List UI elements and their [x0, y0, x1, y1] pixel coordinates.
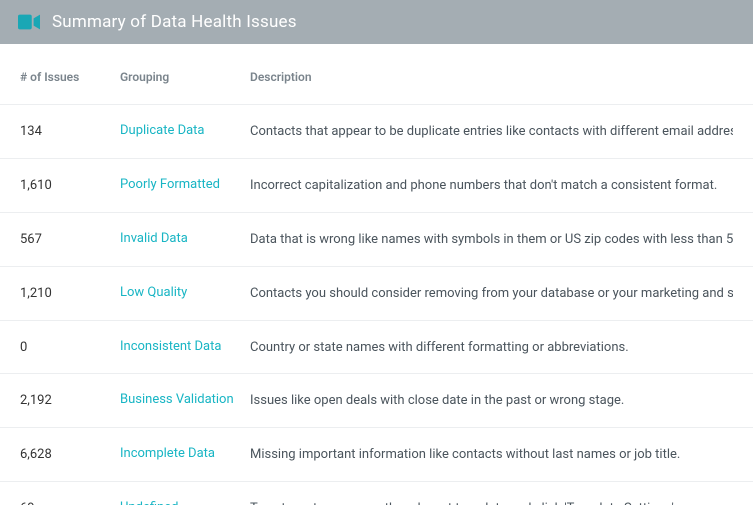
issue-count: 2,192 — [20, 393, 120, 408]
grouping-link[interactable]: Inconsistent Data — [120, 339, 250, 356]
issue-description: Contacts that appear to be duplicate ent… — [250, 124, 733, 139]
column-header-count: # of Issues — [20, 70, 120, 84]
table-row: 1,610Poorly FormattedIncorrect capitaliz… — [0, 159, 753, 213]
issue-description: Country or state names with different fo… — [250, 340, 733, 355]
issue-description: Missing important information like conta… — [250, 447, 733, 462]
issue-count: 134 — [20, 124, 120, 139]
issue-description: To set a category open the relevant temp… — [250, 501, 733, 505]
issue-description: Issues like open deals with close date i… — [250, 393, 733, 408]
grouping-link[interactable]: Undefined — [120, 500, 250, 505]
grouping-link[interactable]: Invalid Data — [120, 231, 250, 248]
grouping-link[interactable]: Poorly Formatted — [120, 177, 250, 194]
issue-count: 1,210 — [20, 286, 120, 301]
grouping-link[interactable]: Low Quality — [120, 285, 250, 302]
issue-count: 1,610 — [20, 178, 120, 193]
issue-description: Contacts you should consider removing fr… — [250, 286, 733, 301]
column-header-desc: Description — [250, 70, 733, 84]
video-icon — [18, 14, 40, 30]
issue-count: 567 — [20, 232, 120, 247]
table-row: 1,210Low QualityContacts you should cons… — [0, 267, 753, 321]
table-row: 567Invalid DataData that is wrong like n… — [0, 213, 753, 267]
table-row: 2,192Business ValidationIssues like open… — [0, 374, 753, 428]
issue-count: 69 — [20, 501, 120, 505]
panel-title: Summary of Data Health Issues — [52, 12, 297, 32]
column-header-group: Grouping — [120, 70, 250, 84]
grouping-link[interactable]: Incomplete Data — [120, 446, 250, 463]
issues-table: # of Issues Grouping Description 134Dupl… — [0, 44, 753, 505]
table-header-row: # of Issues Grouping Description — [0, 44, 753, 105]
grouping-link[interactable]: Duplicate Data — [120, 123, 250, 140]
issue-count: 6,628 — [20, 447, 120, 462]
table-row: 6,628Incomplete DataMissing important in… — [0, 428, 753, 482]
table-row: 0Inconsistent DataCountry or state names… — [0, 321, 753, 375]
table-row: 134Duplicate DataContacts that appear to… — [0, 105, 753, 159]
panel-header: Summary of Data Health Issues — [0, 0, 753, 44]
issue-description: Data that is wrong like names with symbo… — [250, 232, 733, 247]
issue-description: Incorrect capitalization and phone numbe… — [250, 178, 733, 193]
issue-count: 0 — [20, 340, 120, 355]
table-row: 69UndefinedTo set a category open the re… — [0, 482, 753, 505]
grouping-link[interactable]: Business Validation — [120, 392, 250, 409]
